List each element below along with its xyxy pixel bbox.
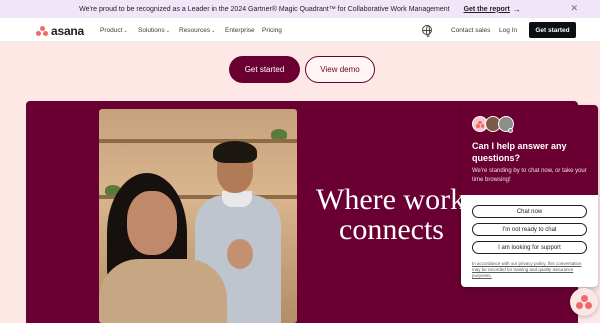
privacy-policy-link[interactable]: In accordance with our privacy policy, t…	[472, 261, 590, 279]
chat-options-panel: Chat now I'm not ready to chat I am look…	[461, 195, 598, 287]
hero-headline: Where work connects	[316, 185, 465, 245]
hero-photo	[99, 109, 297, 323]
arrow-right-icon: →	[512, 4, 521, 14]
log-in-link[interactable]: Log In	[499, 27, 517, 34]
nav-item-pricing[interactable]: Pricing	[262, 27, 282, 34]
nav-item-product[interactable]: Product⌄	[100, 27, 128, 34]
nav-item-label: Solutions	[138, 27, 165, 34]
chat-widget: Can I help answer any questions? We're s…	[461, 105, 598, 287]
chat-now-button[interactable]: Chat now	[472, 205, 587, 218]
get-started-button[interactable]: Get started	[229, 56, 300, 83]
chat-launcher-icon	[576, 295, 592, 309]
person-woman-hand	[227, 239, 253, 269]
headline-line-2: connects	[339, 213, 444, 246]
announcement-banner: We're proud to be recognized as a Leader…	[0, 0, 600, 18]
person-woman-body	[99, 259, 227, 323]
headline-line-1: Where work	[316, 183, 466, 216]
asana-logo[interactable]: asana	[36, 24, 84, 38]
shelf	[99, 139, 297, 143]
nav-item-solutions[interactable]: Solutions⌄	[138, 27, 170, 34]
top-navigation: asana Product⌄ Solutions⌄ Resources⌄ Ent…	[0, 18, 600, 42]
chevron-down-icon: ⌄	[211, 28, 216, 34]
chevron-down-icon: ⌄	[123, 28, 128, 34]
nav-item-label: Product	[100, 27, 123, 34]
not-ready-button[interactable]: I'm not ready to chat	[472, 223, 587, 236]
nav-item-resources[interactable]: Resources⌄	[179, 27, 215, 34]
nav-get-started-button[interactable]: Get started	[529, 22, 576, 38]
asana-logo-icon	[36, 26, 48, 36]
person-man-collar	[222, 191, 252, 207]
plant	[271, 129, 287, 139]
agent-avatars	[472, 116, 514, 132]
chat-subtitle: We're standing by to chat now, or take y…	[472, 168, 587, 183]
get-report-link[interactable]: Get the report	[464, 6, 510, 13]
close-icon[interactable]: ✕	[570, 3, 578, 14]
chat-title: Can I help answer any questions?	[472, 141, 567, 163]
globe-icon[interactable]	[422, 25, 432, 37]
online-status-icon	[508, 128, 513, 133]
chat-launcher-button[interactable]	[570, 288, 598, 316]
nav-item-label: Resources	[179, 27, 211, 34]
looking-for-support-button[interactable]: I am looking for support	[472, 241, 587, 254]
logo-text: asana	[51, 24, 85, 38]
nav-item-enterprise[interactable]: Enterprise	[225, 27, 255, 34]
contact-sales-link[interactable]: Contact sales	[451, 27, 490, 34]
banner-text: We're proud to be recognized as a Leader…	[79, 5, 450, 13]
person-woman-head	[127, 191, 177, 255]
view-demo-button[interactable]: View demo	[305, 56, 375, 83]
chevron-down-icon: ⌄	[165, 28, 170, 34]
person-man-hair	[213, 141, 257, 163]
